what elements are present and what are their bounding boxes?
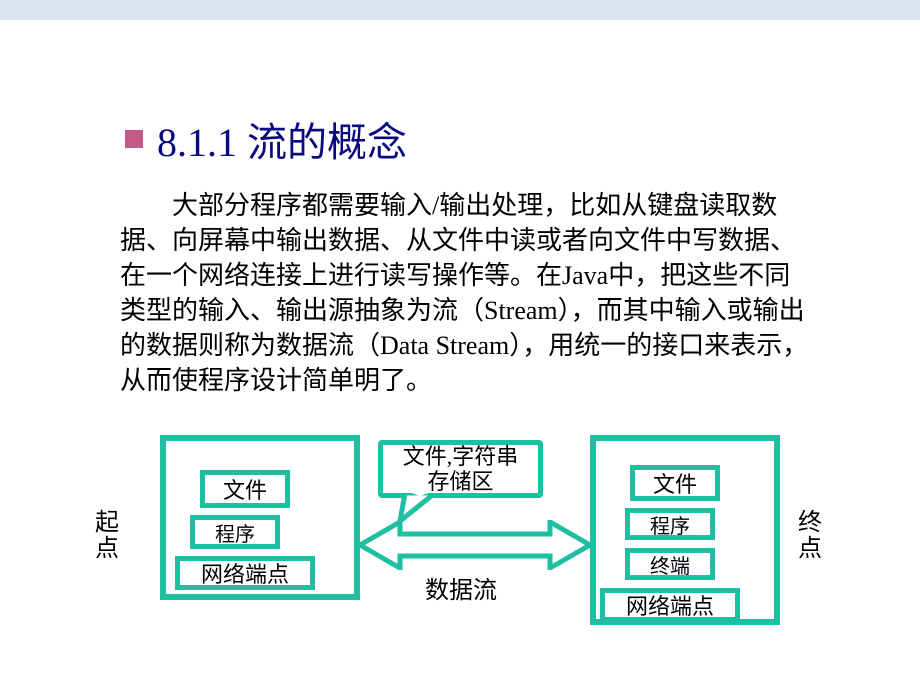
dest-terminal-box: 终端 xyxy=(625,548,715,580)
source-program-box: 程序 xyxy=(190,515,280,549)
dest-network-label: 网络端点 xyxy=(626,589,714,621)
source-file-label: 文件 xyxy=(223,473,267,505)
title-bullet xyxy=(125,130,143,148)
source-network-label: 网络端点 xyxy=(201,557,289,589)
stream-diagram: 起 点 终 点 文件 程序 网络端点 文件 程序 终端 网络端点 文件,字符串 … xyxy=(100,430,820,660)
callout-text: 文件,字符串 存储区 xyxy=(403,444,519,495)
dest-file-box: 文件 xyxy=(630,465,720,501)
dest-terminal-label: 终端 xyxy=(650,550,690,579)
source-network-box: 网络端点 xyxy=(175,556,315,590)
source-program-label: 程序 xyxy=(215,518,255,547)
slide-body-paragraph: 大部分程序都需要输入/输出处理，比如从键盘读取数据、向屏幕中输出数据、从文件中读… xyxy=(120,188,815,399)
callout-tail-icon xyxy=(395,493,445,523)
double-arrow-icon xyxy=(360,520,590,570)
dest-program-label: 程序 xyxy=(650,510,690,539)
source-file-box: 文件 xyxy=(200,470,290,508)
dest-program-box: 程序 xyxy=(625,508,715,540)
dest-network-box: 网络端点 xyxy=(600,588,740,622)
title-section: 8.1.1 流的概念 xyxy=(125,110,407,168)
dest-file-label: 文件 xyxy=(653,467,697,499)
callout-box: 文件,字符串 存储区 xyxy=(378,440,543,498)
end-point-label: 终 点 xyxy=(798,510,822,563)
slide-top-bar xyxy=(0,0,920,20)
start-point-label: 起 点 xyxy=(95,510,119,563)
flow-label: 数据流 xyxy=(425,570,497,605)
slide-title: 8.1.1 流的概念 xyxy=(157,110,407,168)
